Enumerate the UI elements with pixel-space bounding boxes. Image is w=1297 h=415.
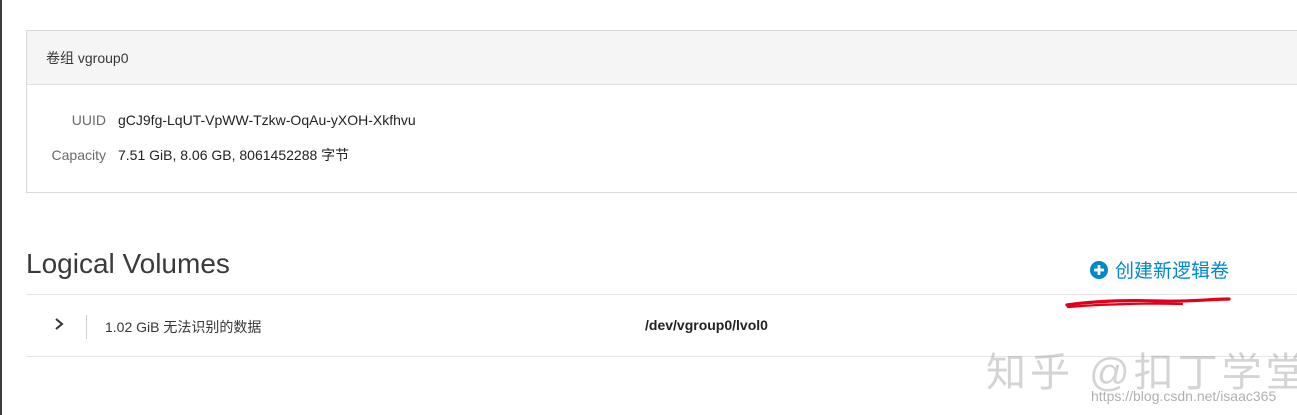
volume-group-header: 卷组 vgroup0 (27, 31, 1297, 85)
volume-group-details: UUID gCJ9fg-LqUT-VpWW-Tzkw-OqAu-yXOH-Xkf… (27, 85, 1297, 172)
create-logical-volume-label: 创建新逻辑卷 (1115, 261, 1230, 282)
volume-group-card: 卷组 vgroup0 UUID gCJ9fg-LqUT-VpWW-Tzkw-Oq… (26, 30, 1297, 193)
watermark-url: https://blog.csdn.net/isaac365 (1091, 388, 1277, 404)
row-divider (86, 315, 87, 339)
create-logical-volume-link[interactable]: 创建新逻辑卷 (1089, 256, 1229, 283)
volume-group-title: 卷组 vgroup0 (46, 49, 129, 66)
uuid-label: UUID (71, 111, 106, 128)
logical-volume-size: 1.02 GiB 无法识别的数据 (105, 319, 262, 335)
plus-circle-icon (1090, 260, 1108, 279)
left-edge-rule (0, 0, 2, 415)
logical-volume-path: /dev/vgroup0/lvol0 (645, 317, 768, 333)
capacity-row: Capacity 7.51 GiB, 8.06 GB, 8061452288 字… (27, 137, 1297, 172)
capacity-label: Capacity (51, 146, 106, 163)
chevron-right-icon[interactable] (52, 314, 66, 334)
capacity-value: 7.51 GiB, 8.06 GB, 8061452288 字节 (118, 146, 350, 163)
uuid-row: UUID gCJ9fg-LqUT-VpWW-Tzkw-OqAu-yXOH-Xkf… (27, 102, 1297, 137)
logical-volumes-title: Logical Volumes (26, 248, 230, 279)
uuid-value: gCJ9fg-LqUT-VpWW-Tzkw-OqAu-yXOH-Xkfhvu (118, 111, 416, 128)
